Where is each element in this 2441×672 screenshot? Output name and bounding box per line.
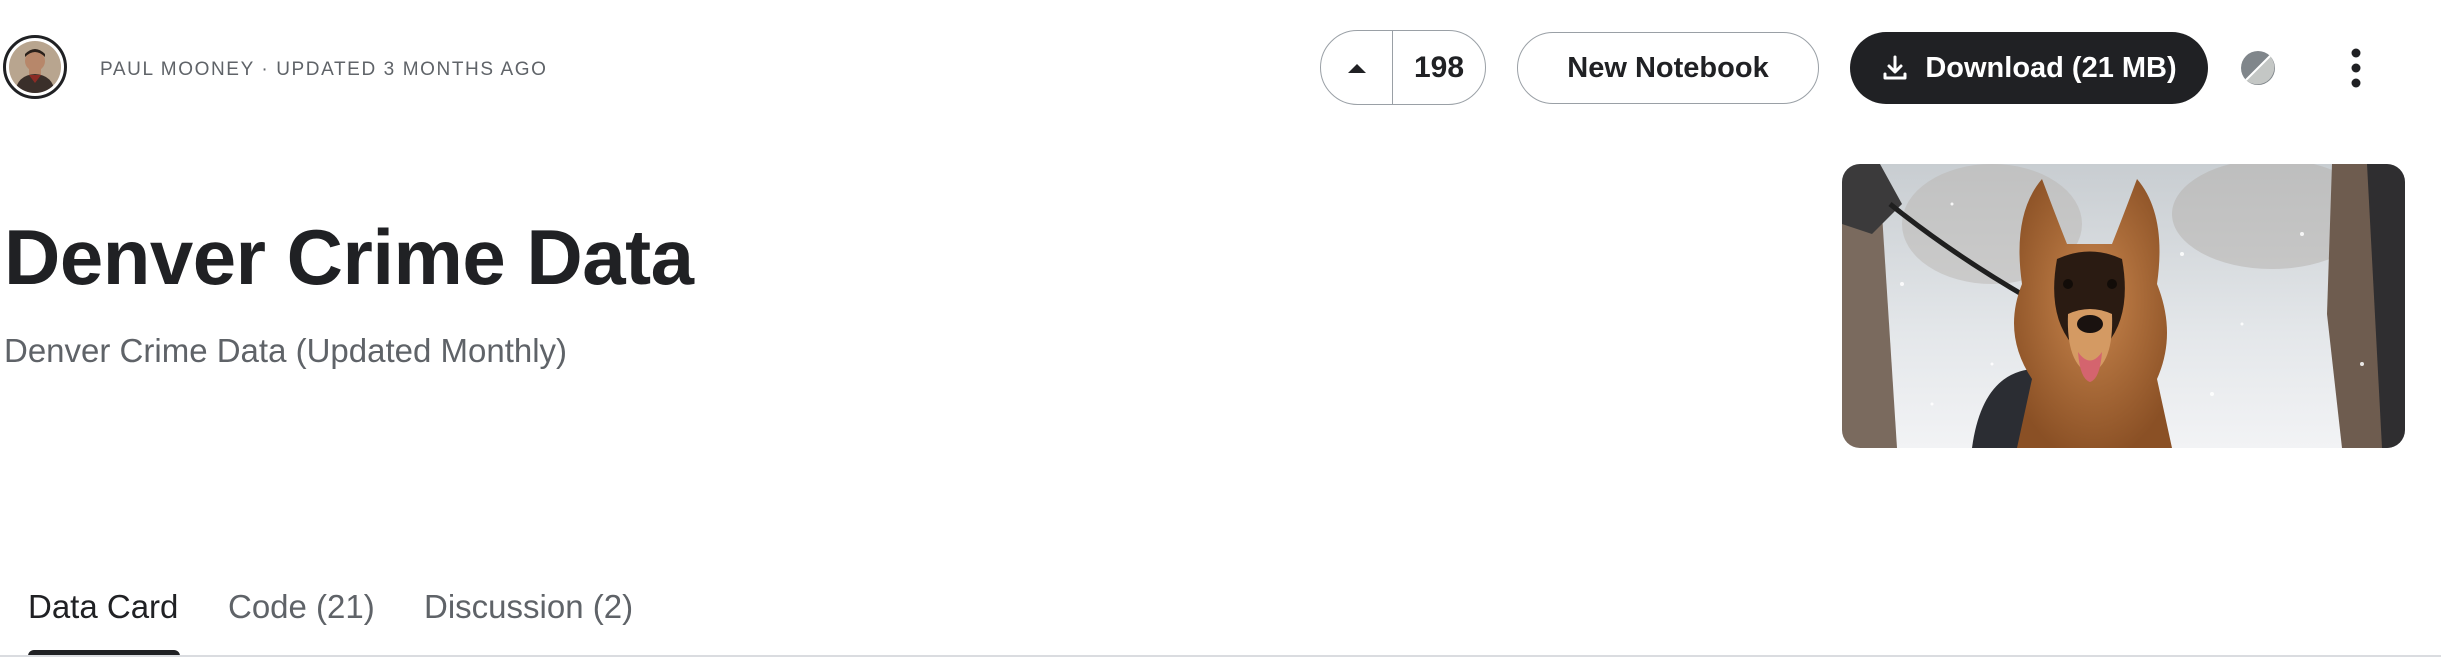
tab-data-card[interactable]: Data Card bbox=[28, 588, 178, 626]
dataset-cover-image bbox=[1842, 164, 2405, 448]
dataset-tabs: Data Card Code (21) Discussion (2) bbox=[0, 580, 2441, 672]
download-label: Download (21 MB) bbox=[1925, 51, 2177, 84]
dataset-title: Denver Crime Data bbox=[4, 213, 694, 301]
download-icon bbox=[1883, 55, 1907, 80]
upvote-button[interactable] bbox=[1321, 31, 1393, 104]
vote-control: 198 bbox=[1320, 30, 1486, 105]
dataset-meta: PAUL MOONEY · UPDATED 3 MONTHS AGO bbox=[100, 59, 548, 80]
vote-count: 198 bbox=[1413, 50, 1465, 84]
new-notebook-button[interactable]: New Notebook bbox=[1517, 32, 1819, 104]
caret-up-icon bbox=[1347, 63, 1366, 73]
more-vertical-icon[interactable] bbox=[2346, 47, 2366, 89]
tabs-divider bbox=[0, 655, 2441, 657]
tab-discussion[interactable]: Discussion (2) bbox=[424, 588, 633, 626]
theme-toggle-icon[interactable] bbox=[2239, 49, 2277, 87]
download-button[interactable]: Download (21 MB) bbox=[1850, 32, 2208, 104]
new-notebook-label: New Notebook bbox=[1567, 51, 1769, 84]
german-shepherd-image bbox=[1842, 164, 2405, 448]
avatar[interactable] bbox=[3, 35, 67, 99]
user-avatar-icon bbox=[9, 41, 61, 93]
tab-code[interactable]: Code (21) bbox=[228, 588, 375, 626]
dataset-subtitle: Denver Crime Data (Updated Monthly) bbox=[4, 332, 568, 369]
